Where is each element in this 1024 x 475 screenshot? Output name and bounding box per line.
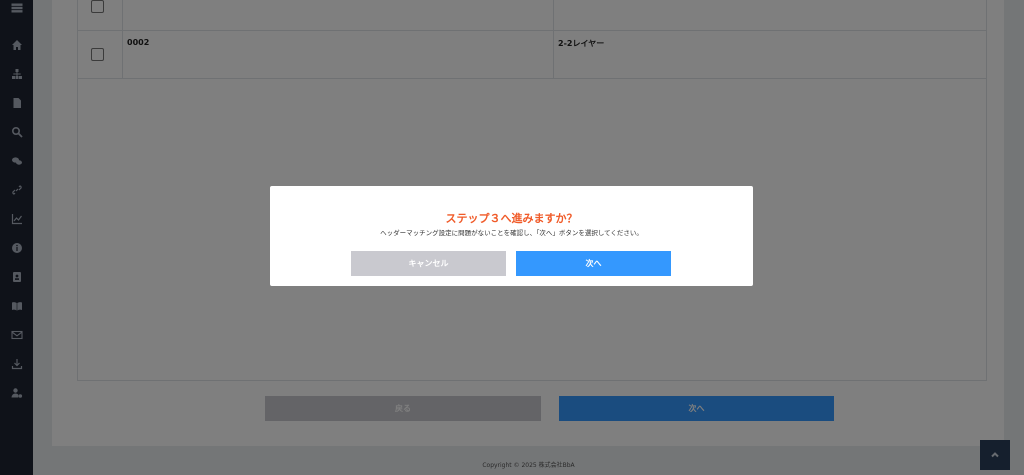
- modal-backdrop[interactable]: ステップ３へ進みますか？ ヘッダーマッチング設定に問題がないことを確認し、「次へ…: [0, 0, 1024, 475]
- cancel-button[interactable]: キャンセル: [351, 251, 506, 276]
- dialog-next-button[interactable]: 次へ: [516, 251, 671, 276]
- dialog-message: ヘッダーマッチング設定に問題がないことを確認し、「次へ」ボタンを選択してください…: [380, 229, 643, 237]
- confirm-dialog: ステップ３へ進みますか？ ヘッダーマッチング設定に問題がないことを確認し、「次へ…: [270, 186, 753, 286]
- dialog-title: ステップ３へ進みますか？: [445, 212, 578, 225]
